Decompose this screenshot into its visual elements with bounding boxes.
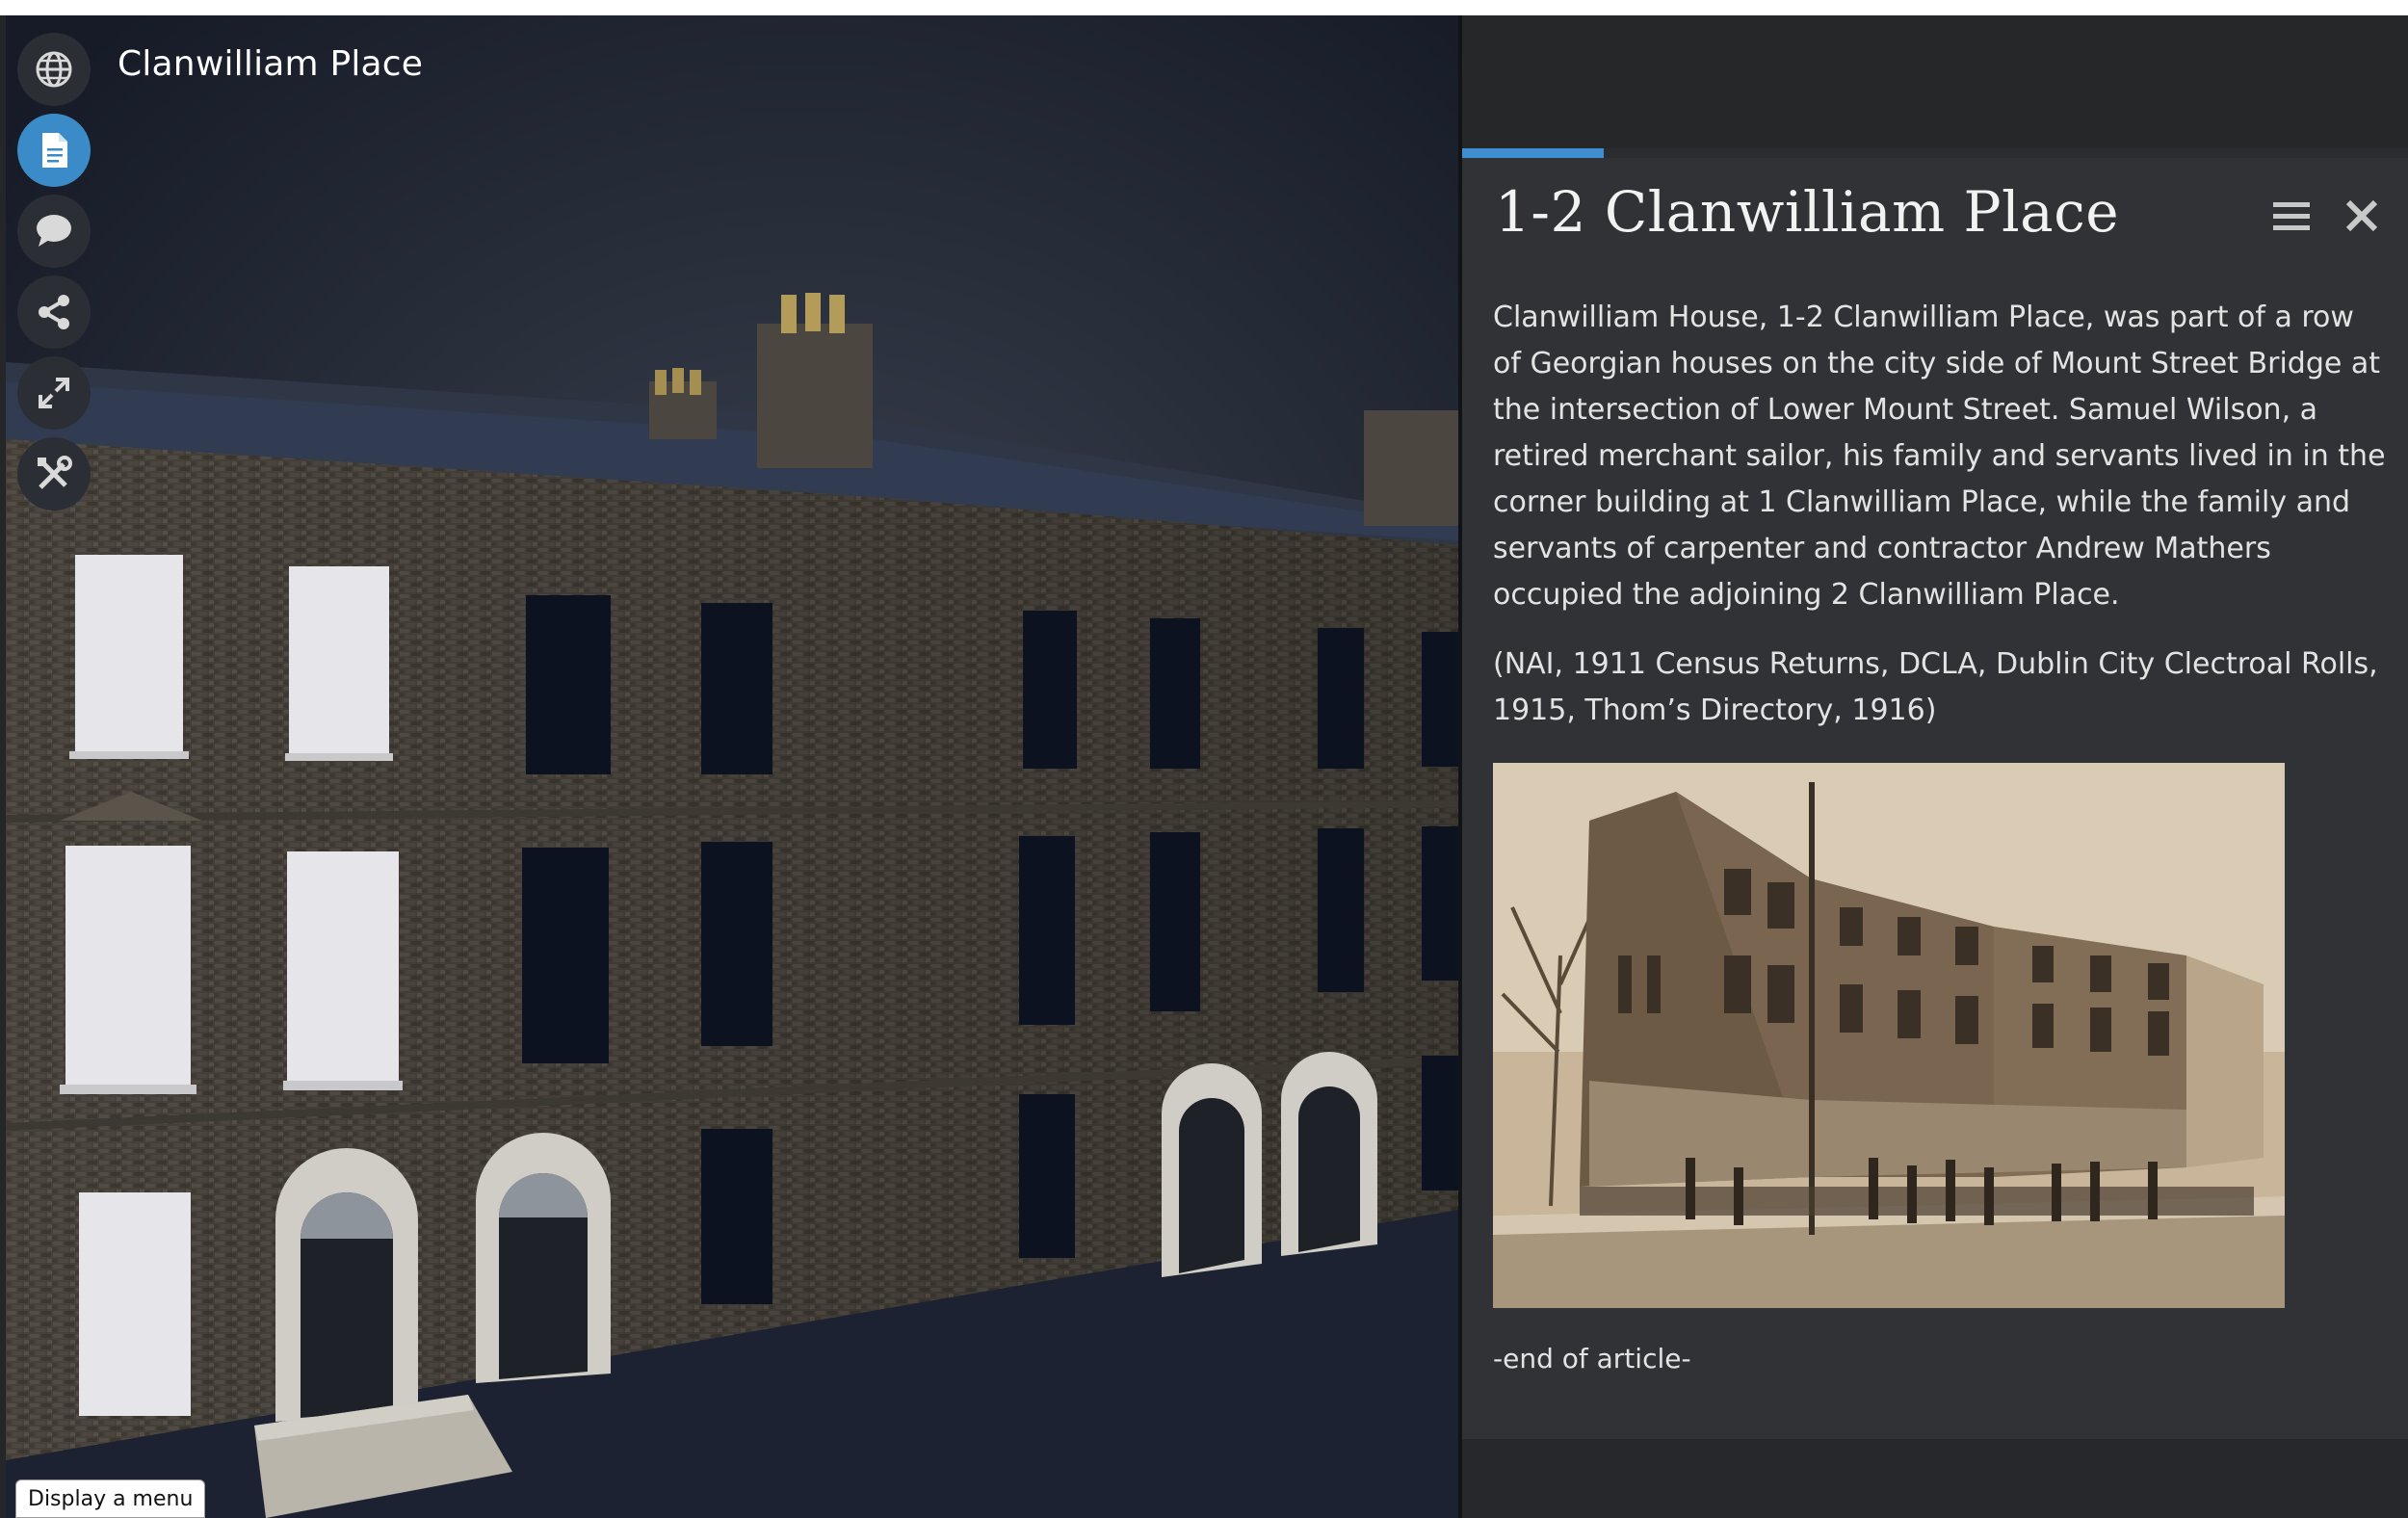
article-panel: 1-2 Clanwilliam Place Clanwilliam House,… (1462, 15, 2408, 1518)
chat-bubble-icon (37, 215, 71, 247)
share-button[interactable] (17, 275, 91, 349)
historic-photo[interactable] (1493, 763, 2285, 1308)
close-panel-button[interactable] (2343, 196, 2381, 235)
tools-button[interactable] (17, 437, 91, 510)
globe-button[interactable] (17, 33, 91, 106)
comment-button[interactable] (17, 195, 91, 268)
menu-tooltip: Display a menu (15, 1479, 206, 1518)
article-title: 1-2 Clanwilliam Place (1495, 179, 2120, 245)
article-menu-button[interactable] (2271, 196, 2312, 237)
panel-header-area (1462, 15, 2408, 148)
app-window: Clanwilliam Place Display a menu 1-2 Cla… (0, 15, 2408, 1518)
panel-footer-area (1462, 1439, 2408, 1518)
hamburger-menu-icon (2273, 202, 2310, 230)
globe-icon (36, 51, 72, 88)
end-of-article-note: -end of article- (1493, 1343, 1691, 1374)
share-icon (39, 295, 69, 329)
reading-progress-fill (1462, 148, 1605, 158)
tools-icon (38, 456, 72, 489)
building-3d-scene[interactable] (6, 15, 1458, 1518)
3d-viewer[interactable]: Clanwilliam Place Display a menu (6, 15, 1458, 1518)
document-button[interactable] (17, 114, 91, 187)
article-paragraph: Clanwilliam House, 1-2 Clanwilliam Place… (1493, 301, 2386, 612)
close-icon (2345, 199, 2378, 232)
article-citation: (NAI, 1911 Census Returns, DCLA, Dublin … (1493, 647, 2378, 727)
clanwilliam-house-photo (1493, 763, 2285, 1308)
expand-icon (39, 378, 69, 408)
fullscreen-button[interactable] (17, 356, 91, 430)
document-icon (42, 133, 67, 168)
article-content[interactable]: 1-2 Clanwilliam Place Clanwilliam House,… (1462, 158, 2408, 1439)
scene-title: Clanwilliam Place (118, 44, 424, 84)
reading-progress-bar (1462, 148, 2408, 158)
